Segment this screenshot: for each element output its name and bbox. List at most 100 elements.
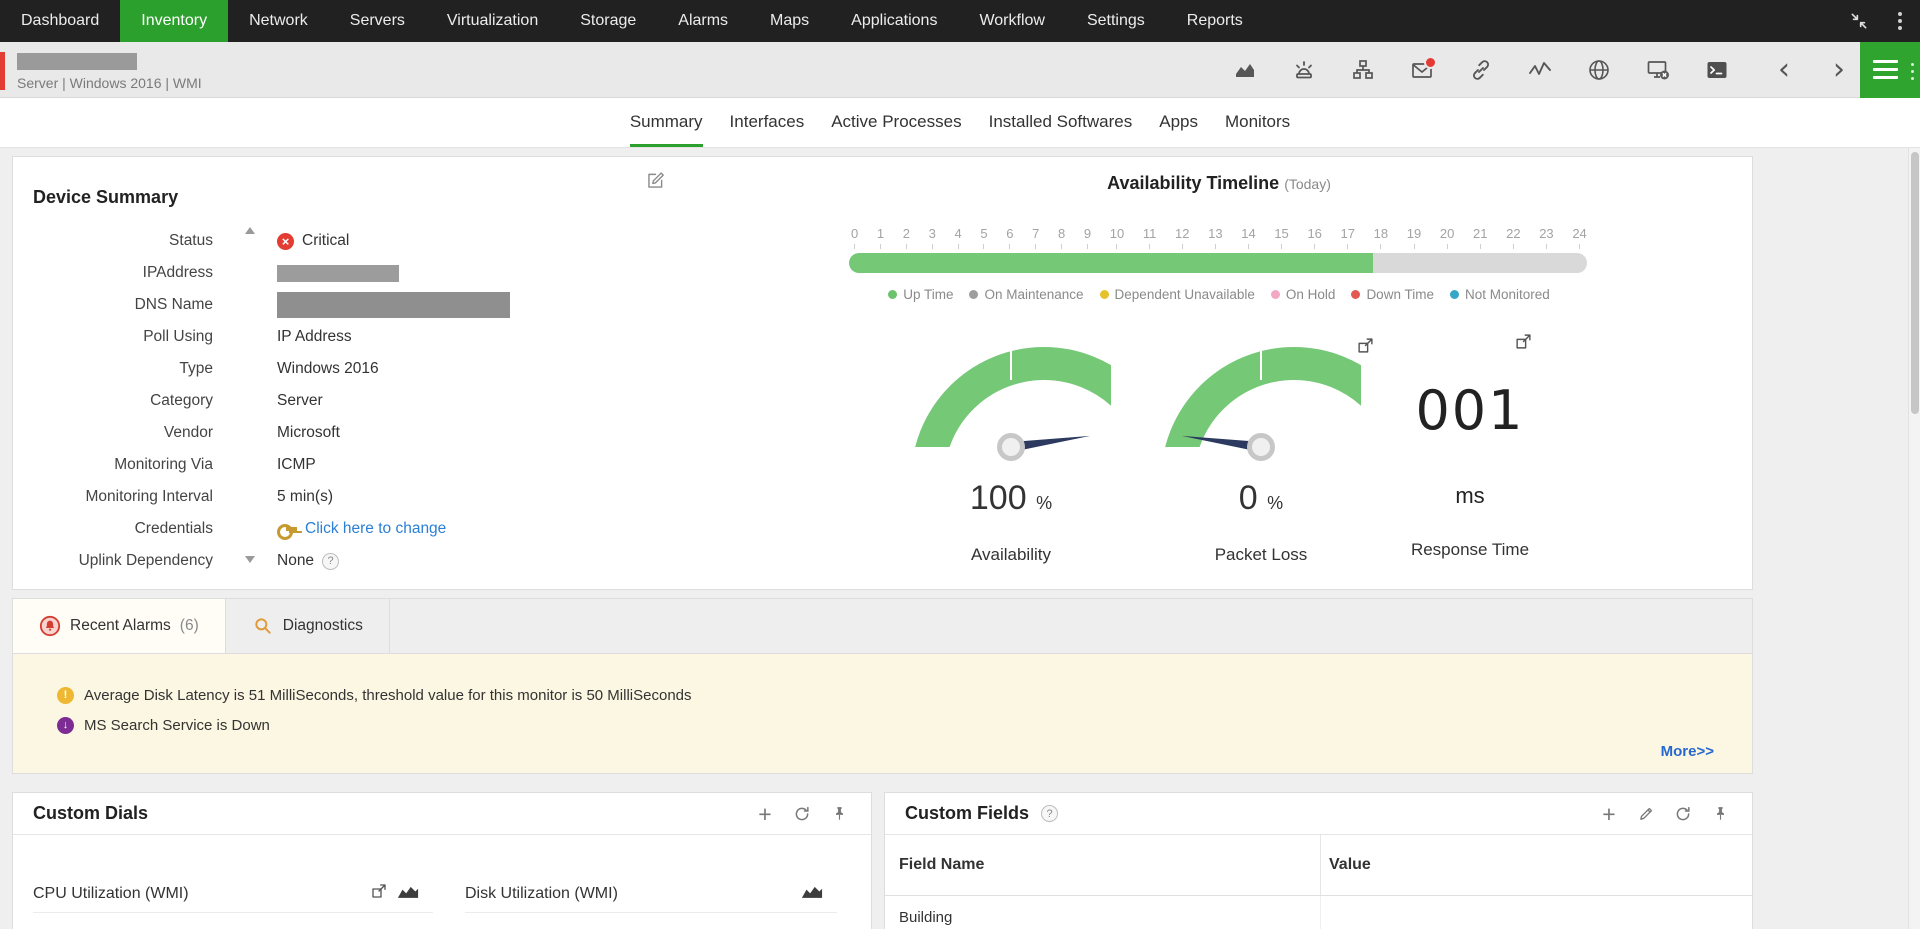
refresh-icon[interactable]: [792, 804, 812, 824]
hamburger-menu-icon: [1873, 60, 1898, 79]
alarm-item[interactable]: ↓ MS Search Service is Down: [57, 712, 1752, 738]
nav-item-workflow[interactable]: Workflow: [958, 0, 1066, 42]
edit-device-icon[interactable]: [645, 170, 666, 196]
dial-item[interactable]: Disk Utilization (WMI): [465, 875, 837, 913]
timeline-hour-label: 15: [1274, 226, 1288, 249]
performance-chart-icon[interactable]: [1232, 57, 1258, 83]
field-label-category: Category: [150, 392, 213, 409]
fields-scrollbar[interactable]: [243, 227, 257, 563]
field-value-type: Windows 2016: [277, 360, 379, 378]
tab-summary[interactable]: Summary: [629, 98, 703, 147]
terminal-icon[interactable]: [1704, 57, 1730, 83]
table-row[interactable]: Building: [885, 896, 1752, 929]
nav-item-maps[interactable]: Maps: [749, 0, 830, 42]
field-label-type: Type: [179, 360, 213, 377]
availability-timeline-title: Availability Timeline (Today): [1107, 173, 1331, 193]
device-summary-title: Device Summary: [33, 186, 179, 207]
add-dial-icon[interactable]: +: [755, 802, 775, 825]
timeline-hour-label: 2: [903, 226, 910, 249]
alarm-siren-icon[interactable]: [1291, 57, 1317, 83]
pin-icon[interactable]: [1710, 804, 1730, 824]
scroll-down-icon[interactable]: [245, 556, 255, 563]
timeline-hour-label: 20: [1440, 226, 1454, 249]
nav-item-storage[interactable]: Storage: [559, 0, 657, 42]
pin-icon[interactable]: [829, 804, 849, 824]
redacted-value: [277, 264, 399, 282]
menu-dots-icon: [1911, 63, 1914, 80]
legend-item-dependent-unavailable: Dependent Unavailable: [1099, 287, 1255, 302]
dial-graph-popout-icon[interactable]: [371, 883, 387, 904]
custom-fields-card: Custom Fields ? + Field Name Value Build…: [884, 792, 1753, 929]
topology-icon[interactable]: [1350, 57, 1376, 83]
alarm-item[interactable]: ! Average Disk Latency is 51 MilliSecond…: [57, 682, 1752, 708]
timeline-hour-label: 19: [1407, 226, 1421, 249]
field-value-credentials[interactable]: Click here to change: [277, 520, 446, 540]
attention-severity-icon: !: [57, 686, 74, 704]
page-scrollbar[interactable]: [1908, 148, 1920, 929]
field-value-text: 5 min(s): [277, 488, 333, 505]
recent-alarms-icon: [39, 615, 61, 637]
nav-item-alarms[interactable]: Alarms: [657, 0, 749, 42]
availability-label: Availability: [970, 545, 1051, 564]
add-field-icon[interactable]: +: [1599, 802, 1619, 825]
hamburger-menu-button[interactable]: [1860, 42, 1920, 98]
area-chart-icon[interactable]: [801, 884, 823, 904]
response-time-graph-popout-icon[interactable]: [1515, 333, 1532, 355]
field-value-status: × Critical: [277, 232, 349, 250]
custom-fields-table-header: Field Name Value: [885, 835, 1752, 896]
refresh-icon[interactable]: [1673, 804, 1693, 824]
more-options-icon[interactable]: [1898, 12, 1902, 30]
tab-monitors[interactable]: Monitors: [1225, 98, 1290, 147]
tab-diagnostics[interactable]: Diagnostics: [226, 599, 390, 653]
top-navigation: Dashboard Inventory Network Servers Virtuali…: [0, 0, 1920, 42]
timeline-ruler: 0 1 2 3 4 5 6 7 8 9 10 11 12 13 14 15 16 17 18 19 20 21 22 23 24: [849, 226, 1589, 249]
nav-item-network[interactable]: Network: [228, 0, 329, 42]
area-chart-icon[interactable]: [397, 884, 419, 904]
mail-icon[interactable]: [1409, 56, 1437, 83]
tab-recent-alarms[interactable]: Recent Alarms (6): [13, 599, 226, 653]
dependency-link-icon[interactable]: [1468, 57, 1494, 83]
sparkline-icon[interactable]: [1527, 57, 1553, 83]
help-icon[interactable]: ?: [1041, 805, 1059, 822]
tab-interfaces[interactable]: Interfaces: [730, 98, 805, 147]
device-summary-fields: Status × Critical IPAddress DNS Name Poll Usi…: [13, 225, 813, 577]
legend-dot: [1099, 290, 1109, 299]
tab-diagnostics-label: Diagnostics: [282, 617, 363, 634]
device-summary-card: Device Summary Status × Critical IPAddress D…: [12, 156, 1753, 590]
help-icon[interactable]: ?: [322, 552, 340, 570]
legend-item-on-maintenance: On Maintenance: [969, 287, 1084, 302]
field-value-monitoring-via: ICMP: [277, 456, 316, 474]
nav-item-inventory[interactable]: Inventory: [120, 0, 229, 42]
tab-installed-softwares[interactable]: Installed Softwares: [989, 98, 1133, 147]
field-label-monitoring-via: Monitoring Via: [114, 456, 213, 473]
chevron-right-icon[interactable]: ›: [1828, 44, 1850, 96]
nav-item-applications[interactable]: Applications: [830, 0, 958, 42]
packet-loss-graph-popout-icon[interactable]: [1357, 337, 1374, 359]
timeline-hour-label: 11: [1143, 226, 1157, 249]
nav-item-servers[interactable]: Servers: [329, 0, 426, 42]
dial-item[interactable]: CPU Utilization (WMI): [33, 875, 433, 913]
nav-item-settings[interactable]: Settings: [1066, 0, 1166, 42]
globe-icon[interactable]: [1586, 57, 1612, 83]
scrollbar-thumb[interactable]: [1911, 152, 1919, 414]
edit-fields-icon[interactable]: [1636, 804, 1656, 824]
custom-dials-card: Custom Dials + CPU Utilization (WMI) Dis…: [12, 792, 872, 929]
nav-item-reports[interactable]: Reports: [1166, 0, 1264, 42]
field-label-uplink-dependency: Uplink Dependency: [78, 552, 213, 569]
main-content: Device Summary Status × Critical IPAddress D…: [0, 148, 1920, 929]
unmanage-device-icon[interactable]: [1645, 57, 1671, 83]
nav-item-virtualization[interactable]: Virtualization: [426, 0, 559, 42]
chevron-left-icon[interactable]: ‹: [1773, 44, 1795, 96]
field-value-text: Microsoft: [277, 424, 340, 441]
alarm-message: MS Search Service is Down: [84, 716, 270, 734]
more-alarms-link[interactable]: More>>: [1661, 743, 1714, 760]
tab-active-processes[interactable]: Active Processes: [831, 98, 961, 147]
tab-apps[interactable]: Apps: [1159, 98, 1198, 147]
collapse-fullscreen-icon[interactable]: [1846, 8, 1872, 34]
packet-loss-value: 0 %: [1238, 479, 1284, 517]
credentials-change-link[interactable]: Click here to change: [305, 520, 446, 538]
custom-fields-title: Custom Fields: [905, 803, 1030, 823]
nav-item-dashboard[interactable]: Dashboard: [0, 0, 120, 42]
field-value-text: None: [277, 552, 315, 569]
scroll-up-icon[interactable]: [245, 227, 255, 234]
